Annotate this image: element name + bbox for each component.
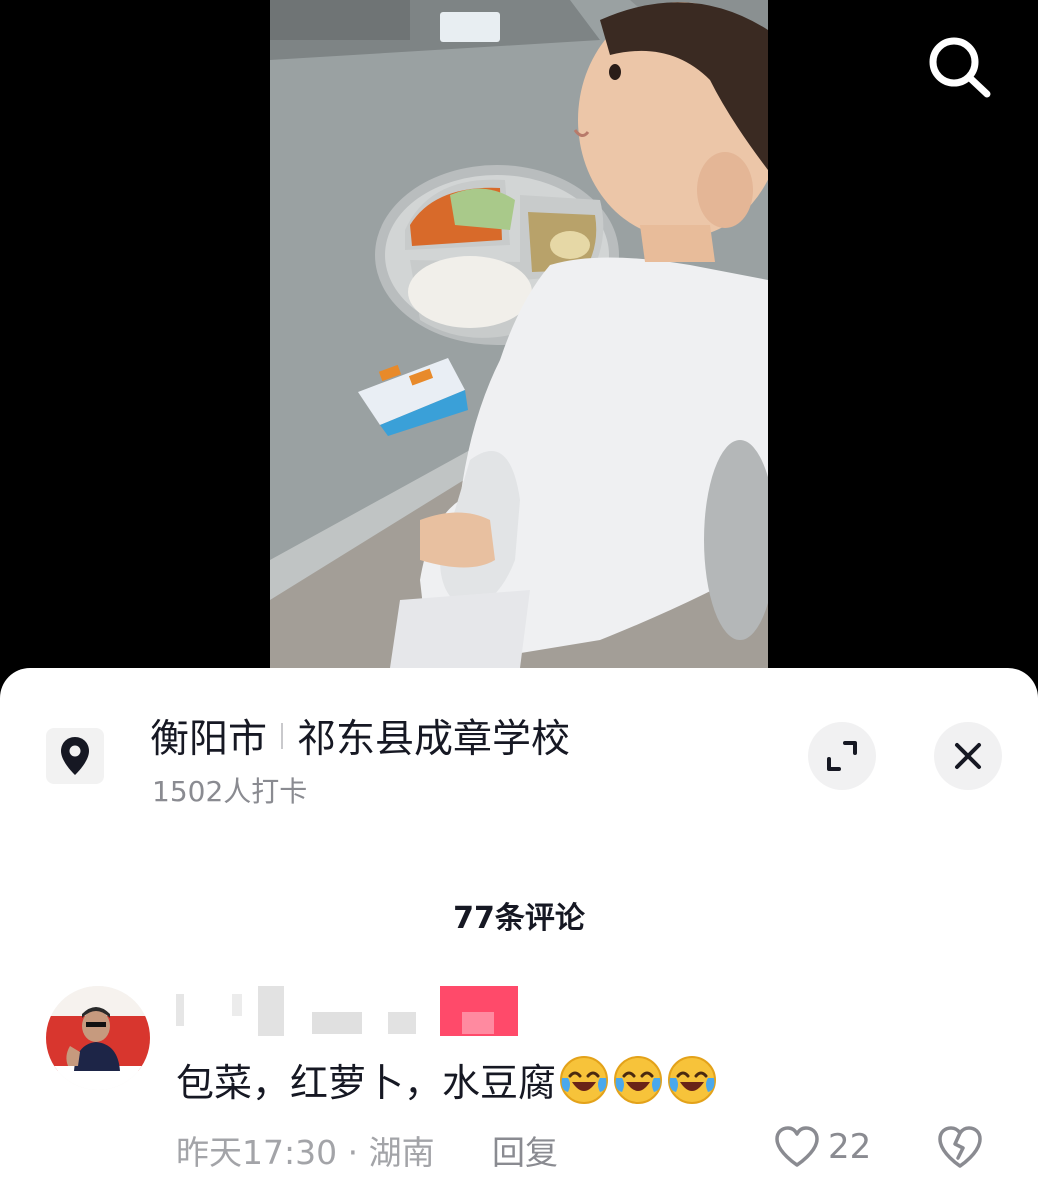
- dislike-button[interactable]: [936, 1124, 984, 1170]
- location-separator: [281, 723, 284, 749]
- close-icon: [955, 743, 981, 769]
- comment-body: 包菜，红萝卜，水豆腐: [176, 1061, 557, 1105]
- crying-laughing-emoji-icon: [614, 1055, 663, 1104]
- location-title[interactable]: 衡阳市 祁东县成章学校: [150, 708, 570, 764]
- expand-icon: [827, 741, 857, 771]
- like-count: 22: [828, 1127, 872, 1167]
- location-pin-icon[interactable]: [46, 728, 104, 784]
- comment-text: 包菜，红萝卜，水豆腐: [176, 1052, 718, 1107]
- location-city: 衡阳市: [150, 717, 268, 762]
- reply-button[interactable]: 回复: [492, 1126, 558, 1174]
- video-frame[interactable]: [270, 0, 768, 668]
- comment-time-location: 昨天17:30 · 湖南: [176, 1133, 435, 1172]
- like-button[interactable]: 22: [774, 1122, 871, 1172]
- heart-icon: [775, 1126, 819, 1167]
- search-icon: [929, 37, 991, 98]
- video-player[interactable]: [0, 0, 1038, 690]
- comments-sheet: 衡阳市 祁东县成章学校 1502人打卡 77条评论 包菜，红萝卜，水豆腐 昨天1…: [0, 668, 1038, 1199]
- app-screen: 衡阳市 祁东县成章学校 1502人打卡 77条评论 包菜，红萝卜，水豆腐 昨天1…: [0, 0, 1038, 1199]
- location-place: 祁东县成章学校: [297, 717, 571, 762]
- avatar[interactable]: [46, 986, 150, 1090]
- checkin-count: 1502人打卡: [152, 775, 308, 808]
- crying-laughing-emoji-icon: [560, 1055, 609, 1104]
- crying-laughing-emoji-icon: [668, 1055, 717, 1104]
- video-scene-image: [270, 0, 768, 668]
- comment-count-header: 77条评论: [453, 901, 585, 936]
- search-button[interactable]: [924, 32, 994, 102]
- broken-heart-icon: [938, 1126, 982, 1168]
- username-blurred[interactable]: [176, 986, 526, 1040]
- close-button[interactable]: [934, 722, 1002, 790]
- expand-button[interactable]: [808, 722, 876, 790]
